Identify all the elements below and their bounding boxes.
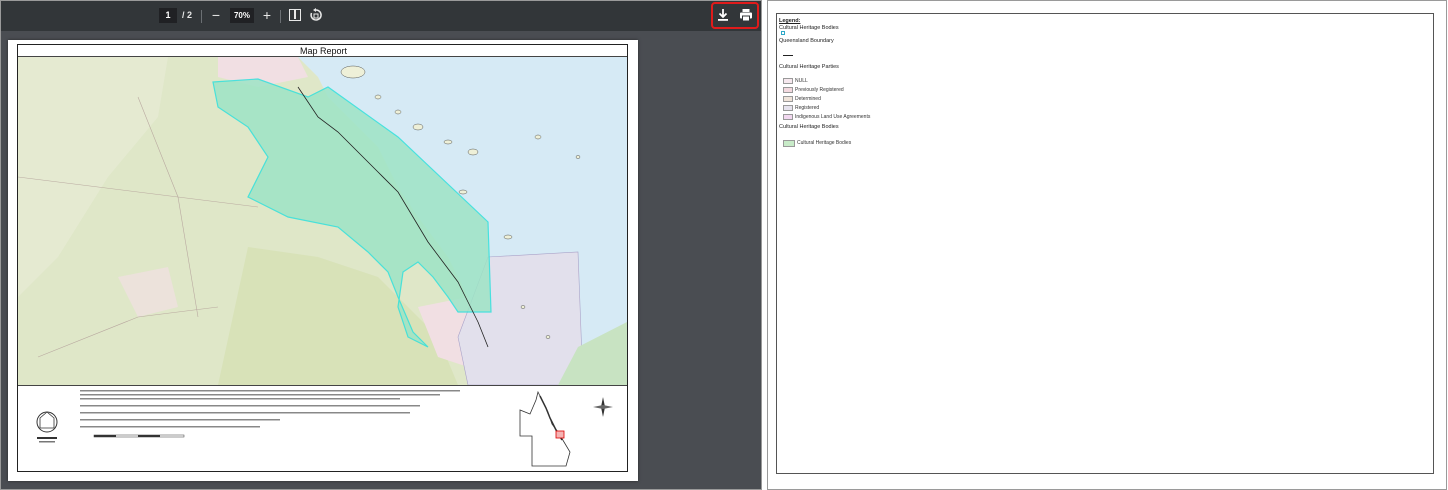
- rotate-icon[interactable]: [309, 7, 323, 23]
- legend-queensland-boundary: Queensland Boundary: [779, 38, 834, 44]
- legend-swatch-cultural-heritage-bodies: [783, 140, 795, 147]
- north-arrow-icon: [592, 396, 614, 418]
- toolbar-divider: [280, 10, 281, 23]
- viewer-toolbar: 1 / 2 − 70% +: [1, 1, 761, 31]
- locator-map: [518, 390, 576, 468]
- legend-panel: Legend: Cultural Heritage Bodies Queensl…: [767, 0, 1447, 490]
- fit-page-icon[interactable]: [289, 9, 301, 21]
- zoom-out-button[interactable]: −: [209, 7, 223, 23]
- legend-title: Legend:: [779, 18, 801, 24]
- boundary-line-icon: [783, 55, 793, 56]
- pdf-viewer: 1 / 2 − 70% + Map Report: [0, 0, 762, 490]
- map-frame: Map Report: [17, 44, 628, 472]
- cultural-heritage-marker-icon: [781, 31, 785, 35]
- legend-cultural-heritage-bodies: Cultural Heritage Bodies: [779, 25, 839, 31]
- legend-item-cultural-heritage-bodies: Cultural Heritage Bodies: [797, 140, 852, 146]
- legend-swatch-ilua: [783, 114, 793, 120]
- legend-swatch-previously-registered: [783, 87, 793, 93]
- map-title: Map Report: [299, 46, 348, 56]
- pdf-page: Map Report: [8, 40, 638, 481]
- legend-parties-heading: Cultural Heritage Parties: [779, 64, 839, 70]
- legend-item-null: NULL: [795, 78, 808, 84]
- zoom-in-button[interactable]: +: [260, 7, 274, 23]
- legend-swatch-registered: [783, 105, 793, 111]
- legend-swatch-null: [783, 78, 793, 84]
- download-icon[interactable]: [717, 8, 729, 22]
- legend-bodies-heading: Cultural Heritage Bodies: [779, 124, 839, 130]
- page-number-input[interactable]: 1: [159, 8, 177, 23]
- zoom-level-input[interactable]: 70%: [230, 8, 254, 23]
- print-icon[interactable]: [739, 8, 753, 22]
- toolbar-divider: [201, 10, 202, 23]
- legend-item-determined: Determined: [795, 96, 821, 102]
- legend-item-ilua: Indigenous Land Use Agreements: [795, 114, 871, 120]
- legend-page: Legend: Cultural Heritage Bodies Queensl…: [776, 13, 1434, 474]
- legend-item-registered: Registered: [795, 105, 820, 111]
- queensland-government-logo: [32, 408, 62, 450]
- footer-notes: [80, 390, 460, 438]
- legend-item-previously-registered: Previously Registered: [795, 87, 844, 93]
- page-count: / 2: [182, 10, 193, 20]
- legend-swatch-determined: [783, 96, 793, 102]
- map-footer: [18, 386, 627, 471]
- map-image: [18, 56, 627, 386]
